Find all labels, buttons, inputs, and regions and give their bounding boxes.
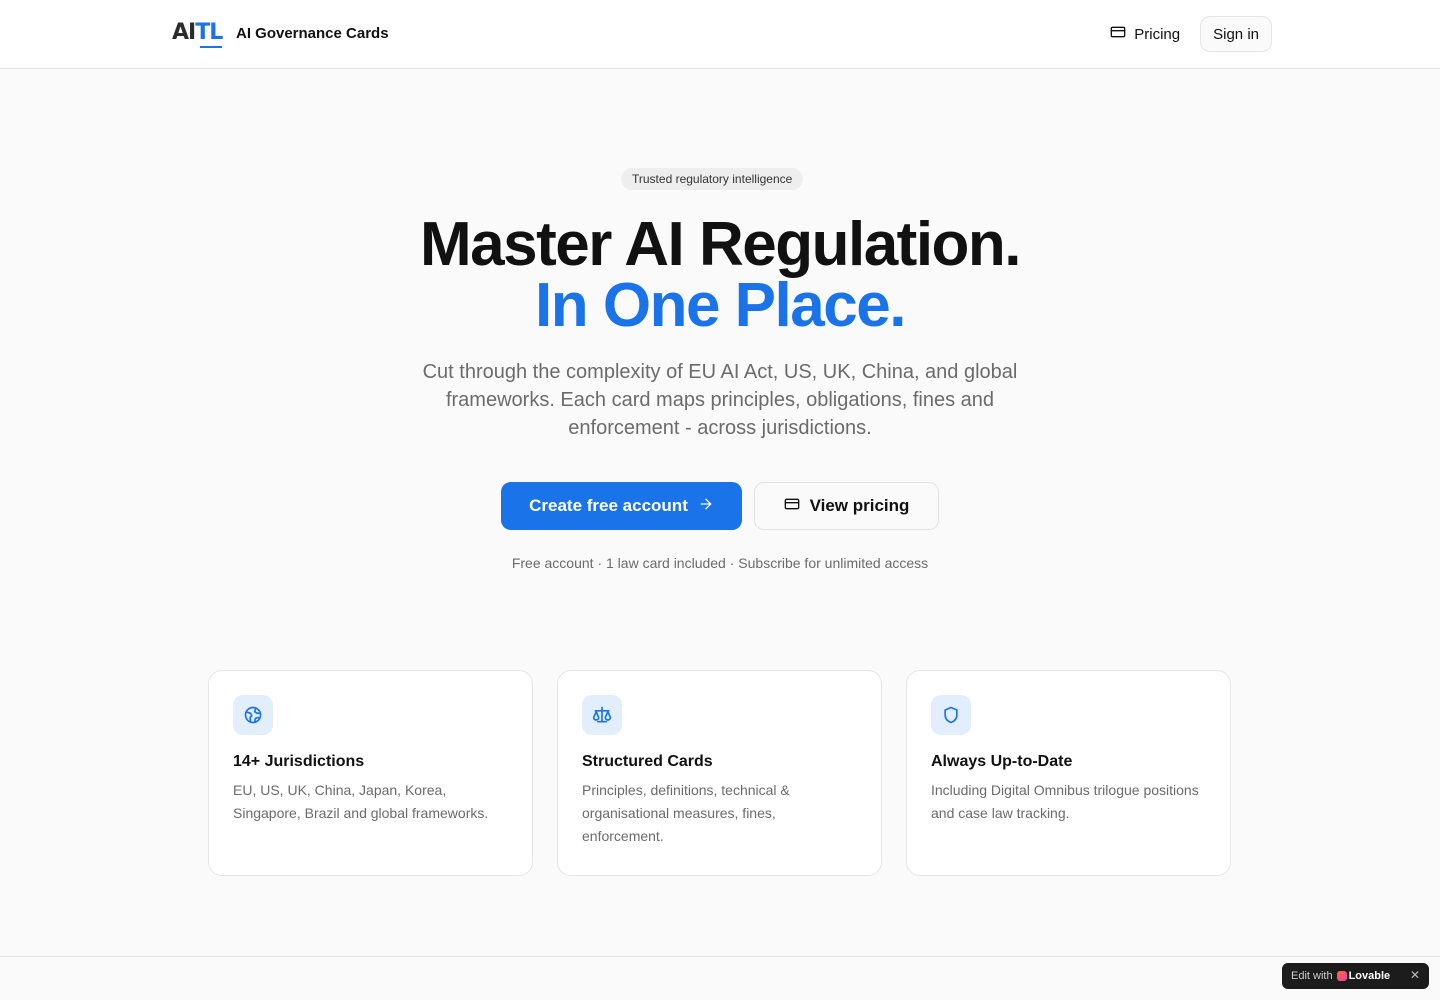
feature-card: Always Up-to-Date Including Digital Omni…: [906, 670, 1231, 876]
arrow-right-icon: [698, 496, 714, 517]
brand-name: AI Governance Cards: [236, 24, 389, 42]
top-nav: Pricing Sign in: [1098, 16, 1272, 52]
feature-cards: 14+ Jurisdictions EU, US, UK, China, Jap…: [208, 670, 1231, 876]
hero-title-line2: In One Place.: [535, 271, 906, 340]
view-pricing-label: View pricing: [809, 496, 910, 515]
feature-title: Structured Cards: [582, 753, 713, 770]
lovable-heart-icon: [1336, 971, 1347, 981]
hero-lead: Cut through the complexity of EU AI Act,…: [422, 361, 1018, 439]
hero-title-line1: Master AI Regulation.: [419, 210, 1022, 279]
logo: AI TL: [172, 19, 224, 48]
globe-icon: [233, 695, 273, 735]
scale-icon: [582, 695, 622, 735]
feature-desc: Including Digital Omnibus trilogue posit…: [931, 782, 1199, 821]
feature-title: 14+ Jurisdictions: [233, 753, 365, 770]
nav-pricing-link[interactable]: Pricing: [1098, 16, 1192, 52]
view-pricing-button[interactable]: View pricing: [754, 482, 939, 530]
brand-link[interactable]: AI TL AI Governance Cards: [172, 19, 389, 48]
edit-with-lovable-badge[interactable]: Edit with Lovable ✕: [1282, 963, 1429, 989]
create-account-button[interactable]: Create free account: [501, 482, 742, 530]
lovable-prefix: Edit with: [1291, 970, 1333, 982]
hero-badge: Trusted regulatory intelligence: [621, 168, 804, 190]
close-icon[interactable]: ✕: [1410, 968, 1420, 982]
credit-card-icon: [1110, 24, 1126, 44]
nav-pricing-label: Pricing: [1134, 25, 1181, 43]
create-account-label: Create free account: [529, 496, 688, 515]
site-header: AI TL AI Governance Cards Pricing Sign in: [0, 0, 1440, 69]
feature-card: Structured Cards Principles, definitions…: [557, 670, 882, 876]
footer-divider: [0, 956, 1440, 957]
lovable-logo: Lovable: [1336, 970, 1391, 982]
credit-card-icon: [784, 496, 800, 517]
feature-title: Always Up-to-Date: [931, 753, 1073, 770]
shield-icon: [931, 695, 971, 735]
feature-desc: EU, US, UK, China, Japan, Korea, Singapo…: [233, 782, 489, 821]
hero-fineprint: Free account · 1 law card included · Sub…: [511, 555, 929, 571]
feature-desc: Principles, definitions, technical & org…: [582, 782, 790, 844]
feature-card: 14+ Jurisdictions EU, US, UK, China, Jap…: [208, 670, 533, 876]
lovable-brand: Lovable: [1348, 970, 1391, 982]
cta-row: Create free account View pricing: [501, 482, 939, 530]
sign-in-button[interactable]: Sign in: [1200, 16, 1272, 52]
